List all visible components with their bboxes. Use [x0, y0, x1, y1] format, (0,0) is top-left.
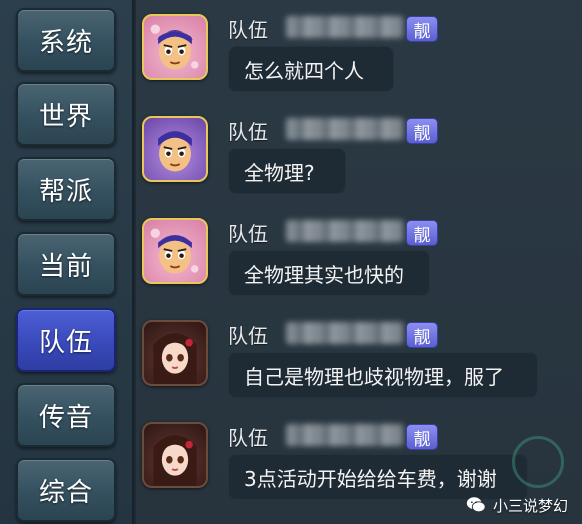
message-bubble: 怎么就四个人 [228, 46, 394, 92]
chat-message: 队伍 靓 全物理? [136, 102, 582, 204]
message-bubble: 全物理其实也快的 [228, 250, 430, 296]
decorative-ring [512, 436, 564, 488]
chat-message: 队伍 靓 全物理其实也快的 [136, 204, 582, 306]
chat-message: 队伍 靓 怎么就四个人 [136, 0, 582, 102]
tab-team[interactable]: 队伍 [16, 308, 116, 372]
blurred-player-name [286, 424, 404, 446]
channel-sidebar: 系统 世界 帮派 当前 队伍 传音 综合 [0, 0, 134, 524]
vip-badge: 靓 [406, 424, 438, 450]
tab-general[interactable]: 综合 [16, 458, 116, 522]
sender-channel-label: 队伍 [228, 222, 268, 246]
message-bubble: 自己是物理也歧视物理，服了 [228, 352, 538, 398]
watermark-text: 小三说梦幻 [492, 496, 568, 515]
blurred-player-name [286, 118, 404, 140]
sender-channel-label: 队伍 [228, 426, 268, 450]
tab-system[interactable]: 系统 [16, 8, 116, 72]
vip-badge: 靓 [406, 322, 438, 348]
blurred-player-name [286, 220, 404, 242]
message-bubble: 全物理? [228, 148, 346, 194]
vip-badge: 靓 [406, 118, 438, 144]
tab-current[interactable]: 当前 [16, 232, 116, 296]
blurred-player-name [286, 16, 404, 38]
boy-hero-purple-avatar-icon[interactable] [142, 116, 208, 182]
girl-hero-avatar-icon[interactable] [142, 320, 208, 386]
chat-message: 队伍 靓 自己是物理也歧视物理，服了 [136, 306, 582, 408]
vip-badge: 靓 [406, 16, 438, 42]
watermark: 小三说梦幻 [465, 494, 568, 516]
boy-hero-pink-avatar-icon[interactable] [142, 14, 208, 80]
sender-channel-label: 队伍 [228, 120, 268, 144]
blurred-player-name [286, 322, 404, 344]
tab-guild[interactable]: 帮派 [16, 157, 116, 221]
vip-badge: 靓 [406, 220, 438, 246]
tab-whisper[interactable]: 传音 [16, 383, 116, 447]
wechat-icon [466, 497, 486, 513]
boy-hero-pink-avatar-icon[interactable] [142, 218, 208, 284]
tab-world[interactable]: 世界 [16, 82, 116, 146]
girl-hero-avatar-icon[interactable] [142, 422, 208, 488]
sender-channel-label: 队伍 [228, 324, 268, 348]
sender-channel-label: 队伍 [228, 18, 268, 42]
chat-panel: 队伍 靓 怎么就四个人 队伍 靓 全物理? 队伍 靓 全物理其实也快的 队伍 靓… [136, 0, 582, 524]
